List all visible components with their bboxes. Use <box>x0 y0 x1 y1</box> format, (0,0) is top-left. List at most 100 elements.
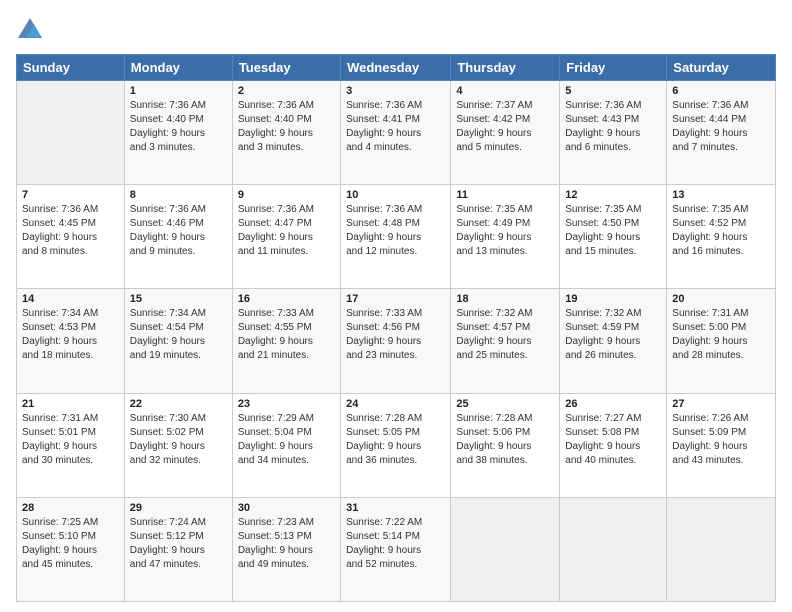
day-cell: 10 Sunrise: 7:36 AM Sunset: 4:48 PM Dayli… <box>341 185 451 289</box>
day-info: Sunrise: 7:31 AM Sunset: 5:00 PM Dayligh… <box>672 307 770 363</box>
day-number: 31 <box>346 502 445 514</box>
day-cell: 20 Sunrise: 7:31 AM Sunset: 5:00 PM Dayli… <box>667 289 776 393</box>
day-number: 22 <box>130 398 227 410</box>
day-cell: 21 Sunrise: 7:31 AM Sunset: 5:01 PM Dayli… <box>17 393 125 497</box>
day-cell <box>17 81 125 185</box>
day-info: Sunrise: 7:36 AM Sunset: 4:48 PM Dayligh… <box>346 203 445 259</box>
day-cell: 5 Sunrise: 7:36 AM Sunset: 4:43 PM Daylig… <box>560 81 667 185</box>
day-number: 6 <box>672 85 770 97</box>
day-number: 10 <box>346 189 445 201</box>
day-number: 12 <box>565 189 661 201</box>
day-cell: 17Sunrise: 7:33 AM Sunset: 4:56 PM Dayli… <box>341 289 451 393</box>
day-number: 29 <box>130 502 227 514</box>
col-header-sunday: Sunday <box>17 55 125 81</box>
day-cell: 13 Sunrise: 7:35 AM Sunset: 4:52 PM Dayli… <box>667 185 776 289</box>
day-cell: 22 Sunrise: 7:30 AM Sunset: 5:02 PM Dayli… <box>124 393 232 497</box>
day-number: 30 <box>238 502 335 514</box>
day-cell: 26 Sunrise: 7:27 AM Sunset: 5:08 PM Dayli… <box>560 393 667 497</box>
page: SundayMondayTuesdayWednesdayThursdayFrid… <box>0 0 792 612</box>
day-number: 5 <box>565 85 661 97</box>
day-number: 3 <box>346 85 445 97</box>
day-number: 26 <box>565 398 661 410</box>
day-info: Sunrise: 7:23 AM Sunset: 5:13 PM Dayligh… <box>238 516 335 572</box>
day-number: 21 <box>22 398 119 410</box>
day-number: 7 <box>22 189 119 201</box>
day-number: 13 <box>672 189 770 201</box>
day-info: Sunrise: 7:36 AM Sunset: 4:40 PM Dayligh… <box>130 99 227 155</box>
day-cell: 27 Sunrise: 7:26 AM Sunset: 5:09 PM Dayli… <box>667 393 776 497</box>
day-cell: 23 Sunrise: 7:29 AM Sunset: 5:04 PM Dayli… <box>232 393 340 497</box>
day-info: Sunrise: 7:36 AM Sunset: 4:40 PM Dayligh… <box>238 99 335 155</box>
day-cell: 2Sunrise: 7:36 AM Sunset: 4:40 PM Daylig… <box>232 81 340 185</box>
col-header-monday: Monday <box>124 55 232 81</box>
day-cell: 3 Sunrise: 7:36 AM Sunset: 4:41 PM Daylig… <box>341 81 451 185</box>
col-header-wednesday: Wednesday <box>341 55 451 81</box>
day-number: 25 <box>456 398 554 410</box>
calendar-body: 1 Sunrise: 7:36 AM Sunset: 4:40 PM Daylig… <box>17 81 776 602</box>
calendar-header-row: SundayMondayTuesdayWednesdayThursdayFrid… <box>17 55 776 81</box>
week-row-1: 1 Sunrise: 7:36 AM Sunset: 4:40 PM Daylig… <box>17 81 776 185</box>
day-cell <box>667 497 776 601</box>
day-info: Sunrise: 7:34 AM Sunset: 4:54 PM Dayligh… <box>130 307 227 363</box>
day-cell: 11 Sunrise: 7:35 AM Sunset: 4:49 PM Dayli… <box>451 185 560 289</box>
day-number: 20 <box>672 293 770 305</box>
day-info: Sunrise: 7:26 AM Sunset: 5:09 PM Dayligh… <box>672 412 770 468</box>
day-number: 24 <box>346 398 445 410</box>
day-number: 27 <box>672 398 770 410</box>
day-info: Sunrise: 7:28 AM Sunset: 5:06 PM Dayligh… <box>456 412 554 468</box>
day-cell <box>560 497 667 601</box>
logo-icon <box>16 16 44 44</box>
day-info: Sunrise: 7:36 AM Sunset: 4:43 PM Dayligh… <box>565 99 661 155</box>
day-number: 8 <box>130 189 227 201</box>
day-number: 15 <box>130 293 227 305</box>
col-header-saturday: Saturday <box>667 55 776 81</box>
day-number: 1 <box>130 85 227 97</box>
day-cell: 15 Sunrise: 7:34 AM Sunset: 4:54 PM Dayli… <box>124 289 232 393</box>
col-header-friday: Friday <box>560 55 667 81</box>
day-cell: 24 Sunrise: 7:28 AM Sunset: 5:05 PM Dayli… <box>341 393 451 497</box>
day-cell: 8Sunrise: 7:36 AM Sunset: 4:46 PM Daylig… <box>124 185 232 289</box>
day-cell: 9Sunrise: 7:36 AM Sunset: 4:47 PM Daylig… <box>232 185 340 289</box>
logo <box>16 16 48 44</box>
day-info: Sunrise: 7:35 AM Sunset: 4:52 PM Dayligh… <box>672 203 770 259</box>
day-number: 16 <box>238 293 335 305</box>
day-info: Sunrise: 7:34 AM Sunset: 4:53 PM Dayligh… <box>22 307 119 363</box>
day-info: Sunrise: 7:25 AM Sunset: 5:10 PM Dayligh… <box>22 516 119 572</box>
week-row-4: 21 Sunrise: 7:31 AM Sunset: 5:01 PM Dayli… <box>17 393 776 497</box>
day-info: Sunrise: 7:35 AM Sunset: 4:49 PM Dayligh… <box>456 203 554 259</box>
col-header-thursday: Thursday <box>451 55 560 81</box>
day-cell: 31Sunrise: 7:22 AM Sunset: 5:14 PM Dayli… <box>341 497 451 601</box>
day-number: 19 <box>565 293 661 305</box>
day-cell: 14Sunrise: 7:34 AM Sunset: 4:53 PM Dayli… <box>17 289 125 393</box>
day-info: Sunrise: 7:32 AM Sunset: 4:59 PM Dayligh… <box>565 307 661 363</box>
day-cell: 19 Sunrise: 7:32 AM Sunset: 4:59 PM Dayli… <box>560 289 667 393</box>
calendar-table: SundayMondayTuesdayWednesdayThursdayFrid… <box>16 54 776 602</box>
day-cell: 12Sunrise: 7:35 AM Sunset: 4:50 PM Dayli… <box>560 185 667 289</box>
day-cell: 30 Sunrise: 7:23 AM Sunset: 5:13 PM Dayli… <box>232 497 340 601</box>
day-cell: 16Sunrise: 7:33 AM Sunset: 4:55 PM Dayli… <box>232 289 340 393</box>
day-info: Sunrise: 7:36 AM Sunset: 4:41 PM Dayligh… <box>346 99 445 155</box>
day-number: 18 <box>456 293 554 305</box>
day-info: Sunrise: 7:36 AM Sunset: 4:44 PM Dayligh… <box>672 99 770 155</box>
day-info: Sunrise: 7:31 AM Sunset: 5:01 PM Dayligh… <box>22 412 119 468</box>
day-info: Sunrise: 7:27 AM Sunset: 5:08 PM Dayligh… <box>565 412 661 468</box>
day-info: Sunrise: 7:28 AM Sunset: 5:05 PM Dayligh… <box>346 412 445 468</box>
day-cell: 28Sunrise: 7:25 AM Sunset: 5:10 PM Dayli… <box>17 497 125 601</box>
week-row-2: 7Sunrise: 7:36 AM Sunset: 4:45 PM Daylig… <box>17 185 776 289</box>
day-info: Sunrise: 7:33 AM Sunset: 4:56 PM Dayligh… <box>346 307 445 363</box>
day-info: Sunrise: 7:24 AM Sunset: 5:12 PM Dayligh… <box>130 516 227 572</box>
week-row-3: 14Sunrise: 7:34 AM Sunset: 4:53 PM Dayli… <box>17 289 776 393</box>
day-number: 4 <box>456 85 554 97</box>
day-cell: 4 Sunrise: 7:37 AM Sunset: 4:42 PM Daylig… <box>451 81 560 185</box>
day-info: Sunrise: 7:32 AM Sunset: 4:57 PM Dayligh… <box>456 307 554 363</box>
col-header-tuesday: Tuesday <box>232 55 340 81</box>
day-number: 23 <box>238 398 335 410</box>
day-cell: 18 Sunrise: 7:32 AM Sunset: 4:57 PM Dayli… <box>451 289 560 393</box>
day-cell: 6 Sunrise: 7:36 AM Sunset: 4:44 PM Daylig… <box>667 81 776 185</box>
day-info: Sunrise: 7:37 AM Sunset: 4:42 PM Dayligh… <box>456 99 554 155</box>
day-cell: 1 Sunrise: 7:36 AM Sunset: 4:40 PM Daylig… <box>124 81 232 185</box>
day-number: 11 <box>456 189 554 201</box>
day-info: Sunrise: 7:30 AM Sunset: 5:02 PM Dayligh… <box>130 412 227 468</box>
day-cell <box>451 497 560 601</box>
day-info: Sunrise: 7:29 AM Sunset: 5:04 PM Dayligh… <box>238 412 335 468</box>
